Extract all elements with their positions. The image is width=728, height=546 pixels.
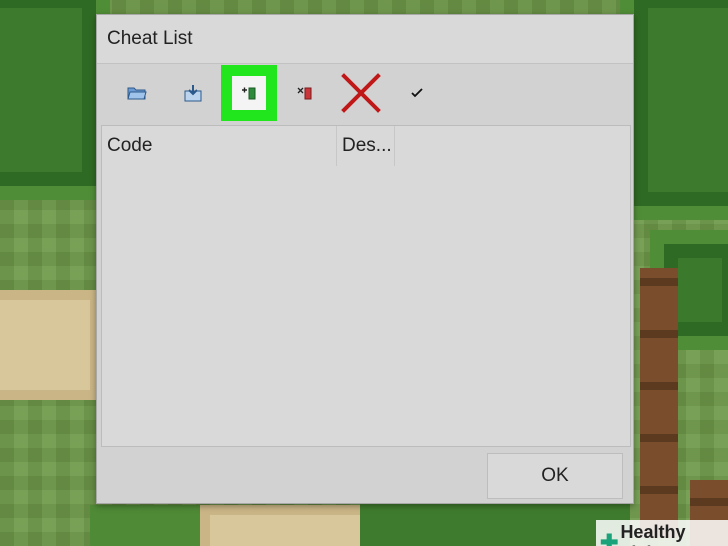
remove-cheat-button[interactable] xyxy=(277,65,333,121)
import-icon xyxy=(184,84,202,101)
add-bookmark-icon xyxy=(242,87,256,99)
tree-right xyxy=(620,0,728,220)
toolbar xyxy=(97,63,633,121)
watermark-text: Healthy Living xyxy=(620,522,686,546)
dirt-path-bottom xyxy=(200,505,370,546)
checkmark-icon xyxy=(411,87,423,97)
add-cheat-button-face xyxy=(232,75,266,110)
table-header: Code Des... xyxy=(102,126,630,166)
bush-bottom-center xyxy=(360,500,630,546)
column-header-code[interactable]: Code xyxy=(102,126,337,166)
dirt-path-left xyxy=(0,290,100,400)
column-header-description[interactable]: Des... xyxy=(337,126,395,166)
delete-button[interactable] xyxy=(333,65,389,121)
cheat-list-dialog: Cheat List Code Des... OK xyxy=(96,14,634,504)
open-folder-button[interactable] xyxy=(109,65,165,121)
dialog-footer: OK xyxy=(97,449,633,504)
wooden-fence xyxy=(640,268,678,538)
bush-bottom-left xyxy=(90,505,210,546)
import-button[interactable] xyxy=(165,65,221,121)
red-x-icon xyxy=(341,72,381,113)
ok-button[interactable]: OK xyxy=(487,453,623,499)
dialog-title: Cheat List xyxy=(97,15,633,63)
add-cheat-button[interactable] xyxy=(221,64,277,121)
apply-button[interactable] xyxy=(389,65,445,121)
cheat-list-table[interactable]: Code Des... xyxy=(101,125,631,447)
remove-bookmark-icon xyxy=(297,87,312,99)
folder-open-icon xyxy=(127,87,147,99)
tree-left xyxy=(0,0,110,200)
plus-logo-icon: ✚ xyxy=(600,530,619,546)
watermark: ✚ Healthy Living xyxy=(596,520,728,546)
